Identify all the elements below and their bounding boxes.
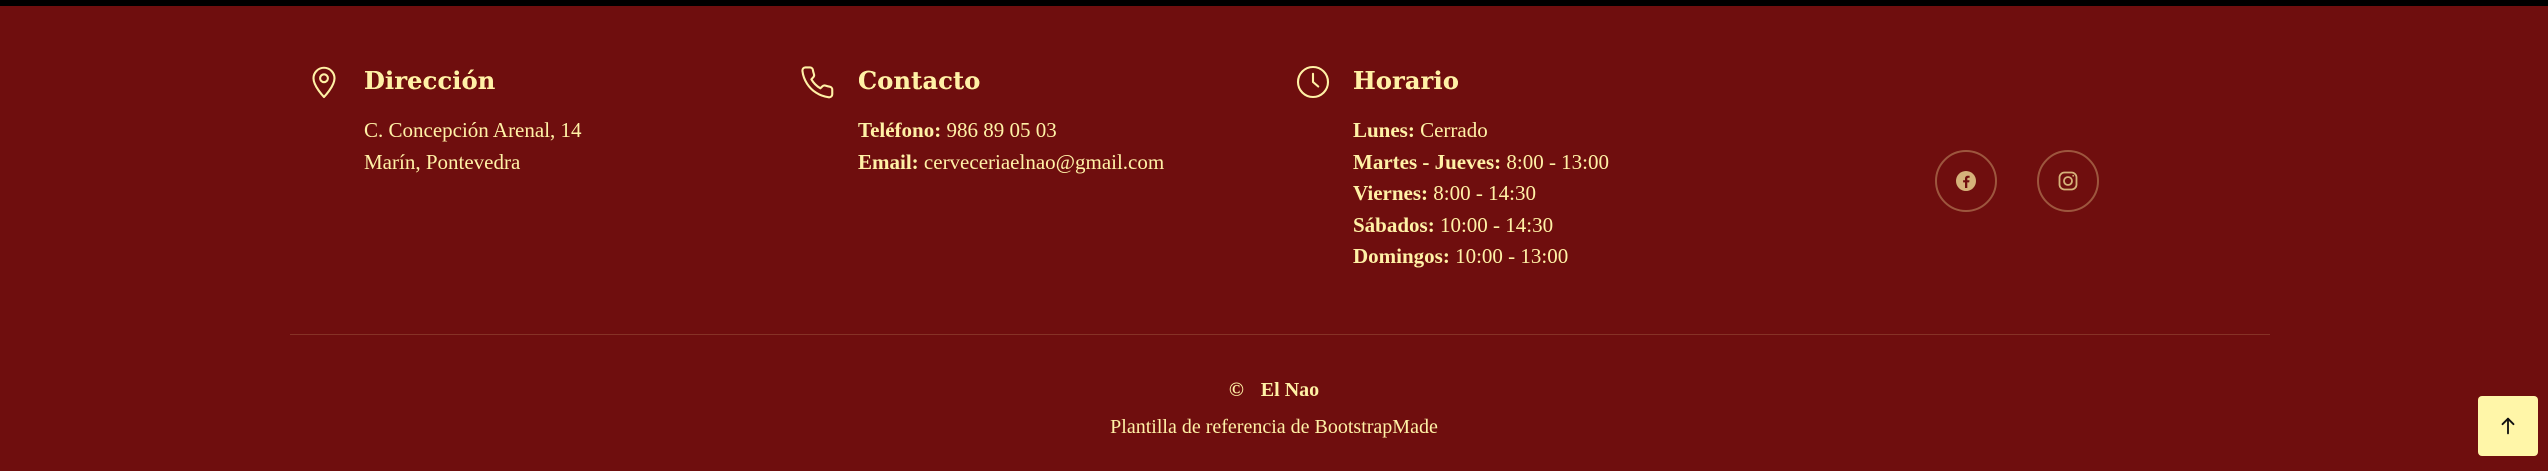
hours-row: Sábados: 10:00 - 14:30 (1353, 210, 1609, 242)
hours-time: 10:00 - 13:00 (1455, 244, 1569, 268)
hours-row: Lunes: Cerrado (1353, 115, 1609, 147)
hours-time: 8:00 - 13:00 (1506, 149, 1610, 174)
instagram-icon (2056, 169, 2080, 193)
address-block: Dirección C. Concepción Arenal, 14 Marín… (306, 62, 582, 178)
contact-block: Contacto Teléfono: 986 89 05 03 Email: c… (800, 62, 1164, 178)
hours-block: Horario Lunes: Cerrado Martes - Jueves: … (1295, 62, 1609, 273)
social-links (1935, 150, 2099, 212)
address-line: C. Concepción Arenal, 14 (364, 118, 582, 142)
phone-line: Teléfono: 986 89 05 03 (858, 115, 1164, 147)
facebook-link[interactable] (1935, 150, 1997, 212)
hours-time: 8:00 - 14:30 (1433, 181, 1536, 205)
contact-title: Contacto (858, 66, 981, 95)
map-pin-icon (306, 64, 342, 100)
arrow-up-icon (2497, 415, 2519, 437)
email-address[interactable]: cerveceriaelnao@gmail.com (924, 150, 1164, 174)
footer-info: Dirección C. Concepción Arenal, 14 Marín… (290, 62, 2270, 272)
phone-label: Teléfono: (858, 118, 942, 142)
hours-day: Lunes: (1353, 118, 1415, 142)
phone-number[interactable]: 986 89 05 03 (946, 118, 1056, 142)
footer-divider (290, 334, 2270, 335)
hours-day: Viernes: (1353, 181, 1429, 205)
hours-day: Martes - Jueves: (1353, 149, 1502, 174)
hours-row: Viernes: 8:00 - 14:30 (1353, 178, 1609, 210)
top-bar (0, 0, 2548, 6)
facebook-icon (1954, 169, 1978, 193)
email-line: Email: cerveceriaelnao@gmail.com (858, 147, 1164, 179)
hours-title: Horario (1353, 66, 1460, 95)
hours-row: Domingos: 10:00 - 13:00 (1353, 241, 1609, 273)
credits-text: Plantilla de referencia de BootstrapMade (1110, 416, 1438, 438)
hours-day: Domingos: (1353, 244, 1450, 268)
copyright-symbol: © (1228, 379, 1244, 401)
copyright: © El Nao (0, 379, 2548, 402)
hours-time: Cerrado (1420, 118, 1488, 142)
phone-icon (800, 64, 836, 100)
email-label: Email: (858, 149, 919, 174)
instagram-link[interactable] (2037, 150, 2099, 212)
hours-row: Martes - Jueves: 8:00 - 13:00 (1353, 147, 1609, 179)
clock-icon (1295, 64, 1331, 100)
address-line: Marín, Pontevedra (364, 149, 521, 174)
back-to-top-button[interactable] (2478, 396, 2538, 456)
hours-day: Sábados: (1353, 212, 1435, 237)
hours-time: 10:00 - 14:30 (1439, 212, 1554, 237)
brand-name: El Nao (1260, 379, 1320, 401)
address-title: Dirección (364, 66, 496, 95)
